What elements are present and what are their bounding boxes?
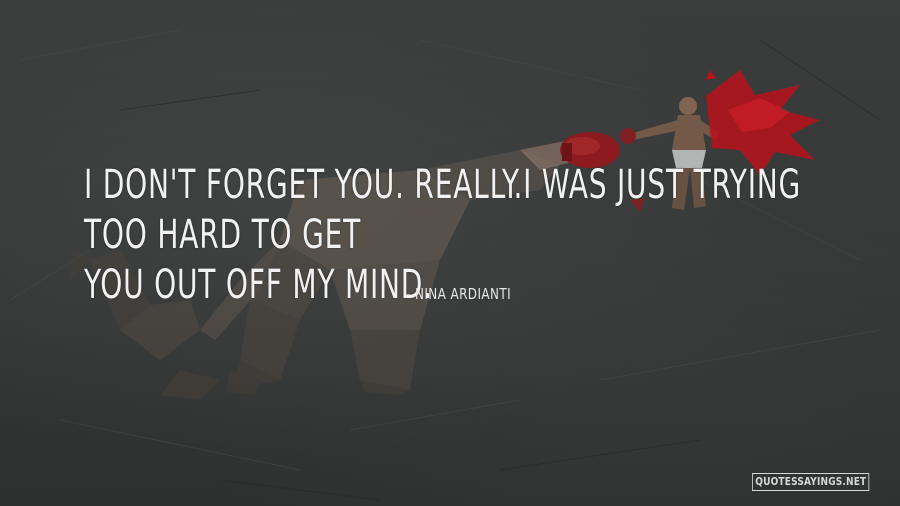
quote-line-2: YOU OUT OFF MY MIND. xyxy=(84,262,433,308)
watermark-logo: QUOTESSAYINGS.NET xyxy=(752,473,870,491)
quote-author: - NINA ARDIANTI xyxy=(406,285,512,303)
quote-line-1: I DON'T FORGET YOU. REALLY.I WAS JUST TR… xyxy=(84,162,802,258)
quote-card: I DON'T FORGET YOU. REALLY.I WAS JUST TR… xyxy=(0,0,900,506)
